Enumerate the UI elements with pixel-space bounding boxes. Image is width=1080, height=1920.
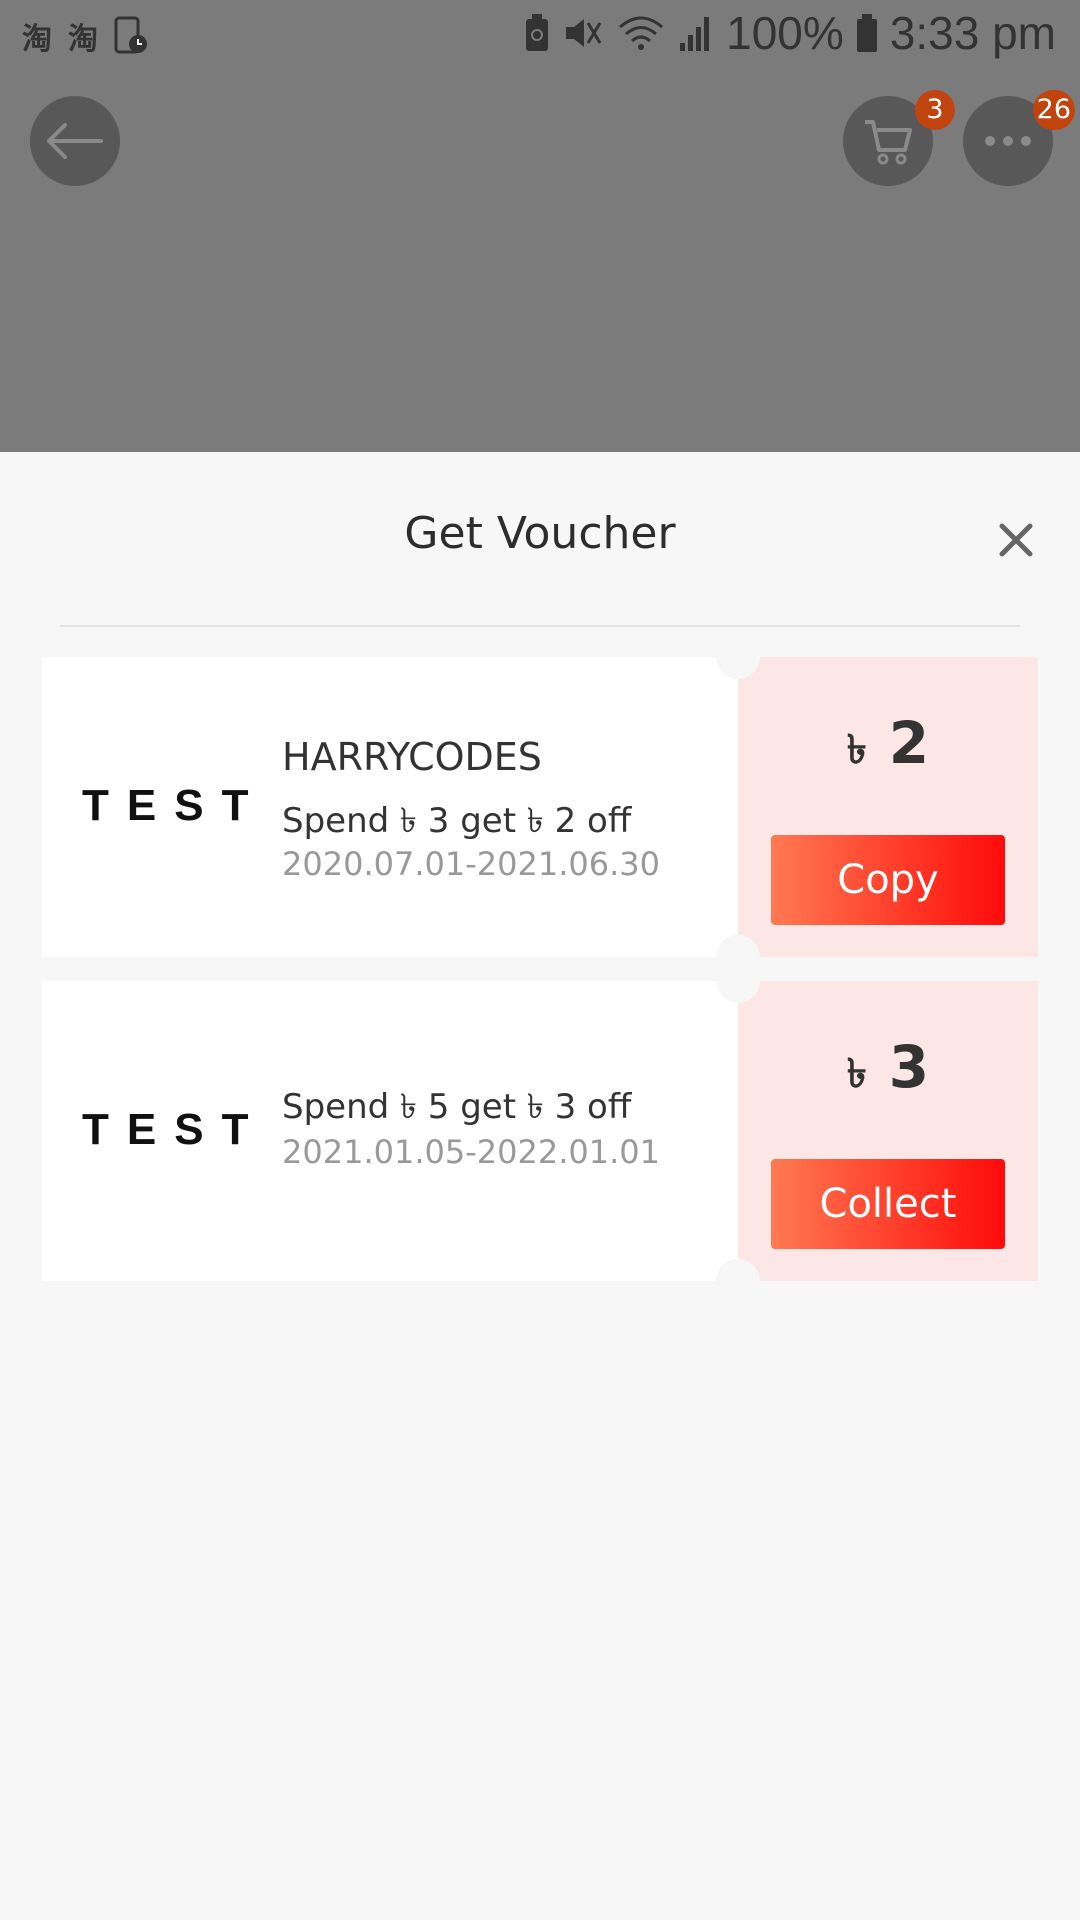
- voucher-validity: 2020.07.01-2021.06.30: [282, 845, 660, 883]
- voucher-info: TEST HARRYCODES Spend ৳ 3 get ৳ 2 off 20…: [42, 657, 738, 957]
- status-time: 3:33 pm: [889, 7, 1056, 59]
- battery-saver-icon: [524, 13, 550, 53]
- collect-button[interactable]: Collect: [771, 1159, 1005, 1249]
- cart-count-badge: 3: [915, 90, 955, 130]
- back-arrow-icon: [47, 123, 103, 159]
- sheet-title: Get Voucher: [404, 508, 676, 559]
- battery-icon: [856, 13, 878, 53]
- ticket-notch: [716, 959, 760, 1003]
- currency-symbol: ৳: [846, 1051, 867, 1097]
- ticket-notch: [716, 1259, 760, 1303]
- mute-icon: [562, 13, 604, 53]
- more-dots-icon: [985, 136, 1031, 146]
- voucher-description: Spend ৳ 5 get ৳ 3 off: [282, 1087, 632, 1127]
- ticket-notch: [716, 635, 760, 679]
- status-left-icons: 淘 淘: [22, 14, 148, 58]
- battery-percentage: 100%: [726, 7, 844, 59]
- voucher-amount: ৳ 3: [738, 1033, 1038, 1109]
- taobao-notification-icon: 淘: [22, 23, 52, 56]
- status-bar: 淘 淘 100% 3:33 pm: [0, 0, 1080, 70]
- screen-timer-icon: [114, 16, 148, 56]
- cart-button[interactable]: 3: [843, 90, 955, 186]
- amount-value: 2: [888, 709, 930, 777]
- close-button[interactable]: [990, 514, 1042, 566]
- cart-icon: [865, 120, 912, 165]
- more-options-button[interactable]: 26: [963, 90, 1075, 186]
- taobao-notification-icon-2: 淘: [68, 23, 98, 56]
- voucher-validity: 2021.01.05-2022.01.01: [282, 1133, 660, 1171]
- amount-value: 3: [888, 1033, 930, 1101]
- wifi-icon: [616, 13, 666, 53]
- back-button[interactable]: [30, 96, 120, 186]
- close-icon: [999, 523, 1033, 557]
- divider: [60, 625, 1020, 627]
- voucher-sheet: Get Voucher TEST HARRYCODES Spend ৳ 3 ge…: [0, 452, 1080, 1920]
- currency-symbol: ৳: [846, 727, 867, 773]
- status-right-icons: 100% 3:33 pm: [524, 6, 1056, 60]
- voucher-info: TEST Spend ৳ 5 get ৳ 3 off 2021.01.05-20…: [42, 981, 738, 1281]
- voucher-amount: ৳ 2: [738, 709, 1038, 785]
- voucher-card: TEST HARRYCODES Spend ৳ 3 get ৳ 2 off 20…: [42, 635, 1038, 979]
- brand-logo: TEST: [82, 781, 267, 830]
- message-count-badge: 26: [1032, 90, 1075, 130]
- copy-button[interactable]: Copy: [771, 835, 1005, 925]
- voucher-description: Spend ৳ 3 get ৳ 2 off: [282, 801, 632, 841]
- voucher-value-panel: ৳ 3 Collect: [738, 981, 1038, 1281]
- voucher-value-panel: ৳ 2 Copy: [738, 657, 1038, 957]
- voucher-code: HARRYCODES: [282, 735, 542, 779]
- signal-icon: [678, 13, 714, 53]
- brand-logo: TEST: [82, 1105, 267, 1154]
- voucher-card: TEST Spend ৳ 5 get ৳ 3 off 2021.01.05-20…: [42, 959, 1038, 1303]
